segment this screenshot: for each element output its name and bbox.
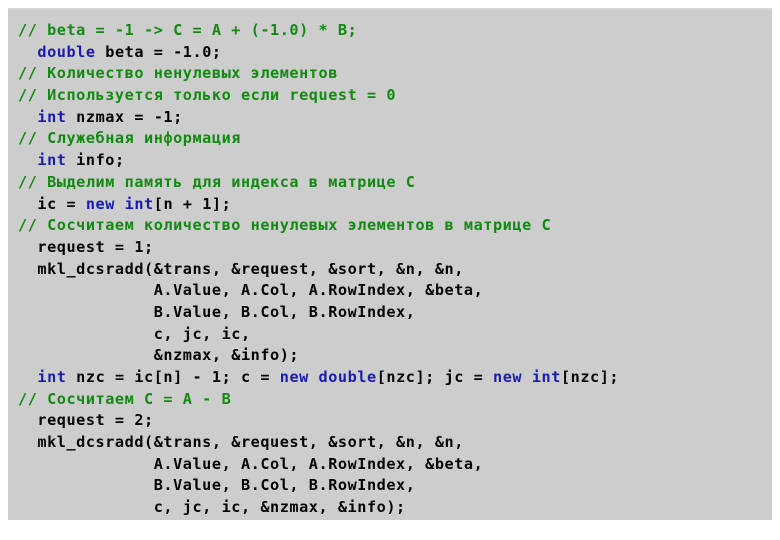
code-token-plain: [nzc]; jc = [376, 368, 494, 386]
code-line: mkl_dcsradd(&trans, &request, &sort, &n,… [18, 259, 772, 281]
code-token-comment: // Количество ненулевых элементов [18, 64, 338, 83]
code-token-plain: &nzmax, &info); [18, 346, 300, 365]
code-line: ic = new int[n + 1]; [18, 194, 772, 216]
code-line: B.Value, B.Col, B.RowIndex, [18, 302, 772, 324]
code-line: request = 1; [18, 237, 772, 259]
code-line: int info; [18, 150, 772, 172]
code-token-keyword: int [37, 107, 67, 126]
code-line: // Сосчитаем количество ненулевых элемен… [18, 215, 772, 237]
code-token-plain: A.Value, A.Col, A.RowIndex, &beta, [18, 281, 484, 300]
code-line: // Используется только если request = 0 [18, 85, 772, 107]
code-token-comment: // Выделим память для индекса в матрице … [18, 172, 416, 191]
code-token-comment: // Используется только если request = 0 [18, 86, 397, 105]
code-token-plain: nzc = ic[n] - 1; c = [66, 368, 280, 386]
code-token-plain: c, jc, ic, [18, 324, 251, 343]
code-token-keyword: int [124, 194, 154, 213]
code-line: mkl_dcsradd(&trans, &request, &sort, &n,… [18, 432, 772, 454]
code-token-comment: // Сосчитаем C = A - B [18, 389, 232, 408]
code-line: int nzc = ic[n] - 1; c = new double[nzc]… [18, 367, 772, 389]
code-line: int nzmax = -1; [18, 107, 772, 129]
code-line: // Сосчитаем C = A - B [18, 389, 772, 411]
code-listing: // beta = -1 -> C = A + (-1.0) * B; doub… [18, 20, 772, 519]
code-token-plain: c, jc, ic, &nzmax, &info); [18, 498, 406, 517]
code-line: // Количество ненулевых элементов [18, 63, 772, 85]
code-line: A.Value, A.Col, A.RowIndex, &beta, [18, 280, 772, 302]
code-token-plain: A.Value, A.Col, A.RowIndex, &beta, [18, 454, 484, 473]
code-line: double beta = -1.0; [18, 42, 772, 64]
code-line: // beta = -1 -> C = A + (-1.0) * B; [18, 20, 772, 42]
code-line: A.Value, A.Col, A.RowIndex, &beta, [18, 454, 772, 476]
code-token-comment: // Сосчитаем количество ненулевых элемен… [18, 216, 552, 235]
code-token-plain: nzmax = -1; [66, 107, 183, 126]
code-line: // Служебная информация [18, 128, 772, 150]
code-token-keyword: double [318, 368, 377, 386]
code-token-comment: // beta = -1 -> C = A + (-1.0) * B; [18, 21, 358, 39]
code-line: request = 2; [18, 410, 772, 432]
code-token-plain: B.Value, B.Col, B.RowIndex, [18, 476, 416, 495]
code-line: c, jc, ic, &nzmax, &info); [18, 497, 772, 519]
slide-panel: // beta = -1 -> C = A + (-1.0) * B; doub… [8, 8, 772, 520]
code-token-keyword: int [37, 368, 67, 386]
code-token-keyword: double [37, 42, 96, 61]
code-token-keyword: int [37, 151, 67, 170]
code-token-plain: [n + 1]; [153, 194, 232, 213]
code-token-plain: beta = -1.0; [95, 42, 222, 61]
code-token-plain: [nzc]; [560, 368, 620, 386]
code-token-keyword: new [493, 368, 523, 386]
code-token-plain: request = 2; [18, 411, 154, 430]
code-line: // Выделим память для индекса в матрице … [18, 172, 772, 194]
code-token-plain: mkl_dcsradd(&trans, &request, &sort, &n,… [18, 433, 464, 452]
code-token-keyword: new [279, 368, 309, 386]
code-line: B.Value, B.Col, B.RowIndex, [18, 475, 772, 497]
code-line: c, jc, ic, [18, 324, 772, 346]
code-token-plain: mkl_dcsradd(&trans, &request, &sort, &n,… [18, 259, 464, 278]
code-token-keyword: int [531, 368, 561, 386]
code-token-plain: request = 1; [18, 237, 154, 256]
code-line: &nzmax, &info); [18, 345, 772, 367]
code-token-comment: // Служебная информация [18, 129, 241, 148]
code-token-plain: ic = [18, 194, 86, 213]
code-token-plain: B.Value, B.Col, B.RowIndex, [18, 302, 416, 321]
code-token-plain: info; [66, 151, 125, 170]
code-token-keyword: new [85, 194, 115, 213]
